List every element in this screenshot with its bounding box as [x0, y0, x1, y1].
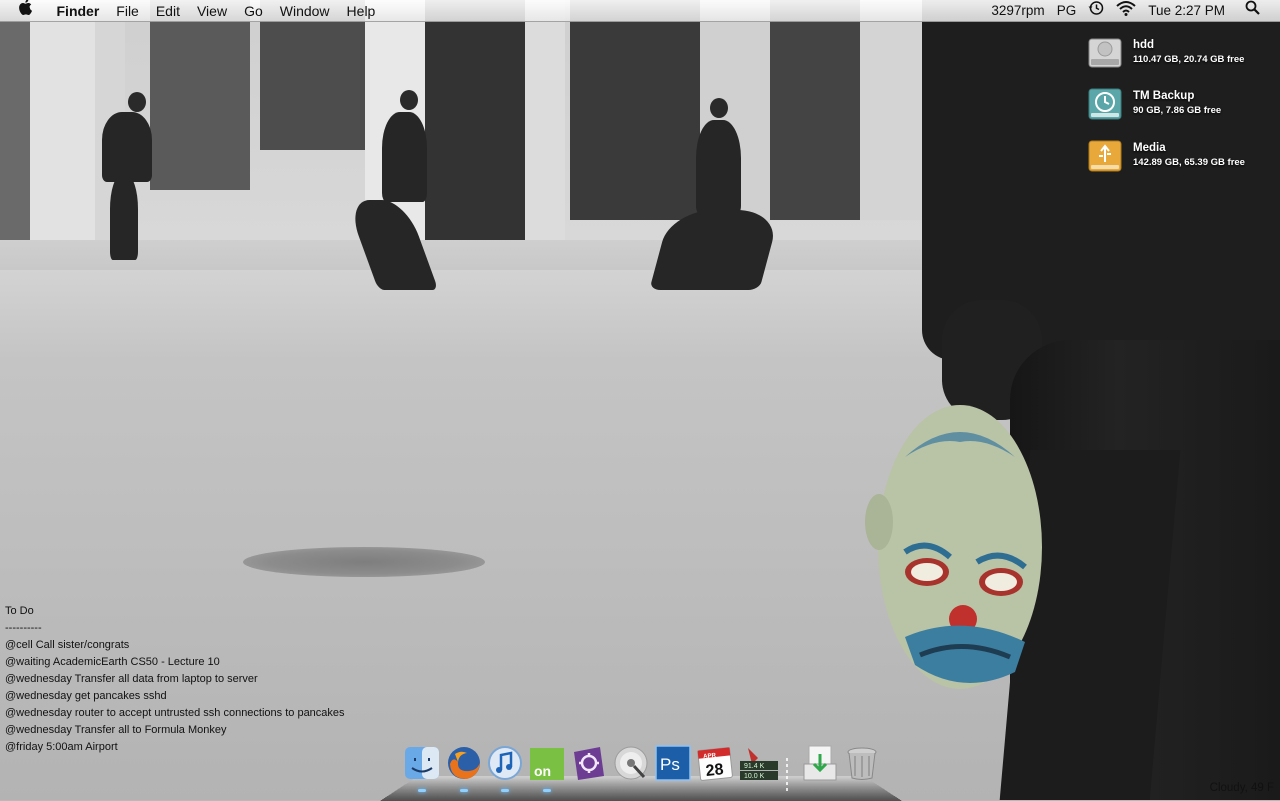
running-indicator	[501, 789, 509, 792]
todo-separator: ----------	[5, 622, 42, 634]
finder-icon	[405, 747, 439, 779]
building-column	[0, 0, 30, 250]
desktop-drive-media[interactable]: Media 142.89 GB, 65.39 GB free	[1087, 138, 1277, 178]
menu-bar: Finder File Edit View Go Window Help 329…	[0, 0, 1280, 22]
pedestrian-legs	[649, 210, 781, 290]
spotlight-icon[interactable]	[1231, 0, 1280, 22]
network-download-rate: 10.0 K	[744, 773, 765, 780]
wifi-icon[interactable]	[1110, 0, 1142, 23]
photoshop-label: Ps	[660, 755, 680, 774]
dock-item-downloads[interactable]	[801, 744, 839, 784]
pedestrian	[102, 112, 152, 182]
building-window	[150, 0, 250, 190]
building-column	[525, 0, 565, 240]
dock-item-script-editor[interactable]	[570, 744, 608, 784]
sidewalk-edge	[0, 240, 930, 270]
dvd-player-icon	[614, 746, 648, 780]
todo-item: @wednesday Transfer all to Formula Monke…	[5, 724, 227, 736]
dock: on Ps APR 28 91.4 K 10.0 K	[400, 744, 886, 798]
fan-speed-status[interactable]: 3297rpm	[985, 0, 1050, 22]
menu-edit[interactable]: Edit	[147, 0, 188, 22]
todo-item: @wednesday get pancakes sshd	[5, 690, 167, 702]
drive-capacity: 142.89 GB, 65.39 GB free	[1133, 157, 1245, 168]
menu-help[interactable]: Help	[338, 0, 384, 22]
building-window	[770, 0, 860, 220]
firefox-icon	[448, 747, 480, 779]
downloads-icon	[803, 745, 837, 781]
todo-title: To Do	[5, 605, 34, 617]
usb-drive-icon	[1088, 140, 1122, 172]
pedestrian-head	[400, 90, 418, 110]
building-column	[860, 0, 930, 220]
building-column	[30, 0, 100, 250]
running-indicator	[543, 789, 551, 792]
itunes-icon	[488, 746, 522, 780]
dock-item-itunes[interactable]	[486, 744, 524, 792]
apple-icon[interactable]	[0, 0, 48, 22]
drive-capacity: 90 GB, 7.86 GB free	[1133, 105, 1222, 116]
running-indicator	[460, 789, 468, 792]
building-window	[260, 0, 370, 150]
dock-item-photoshop[interactable]: Ps	[654, 744, 692, 784]
clown-mask-image	[865, 405, 1042, 689]
todo-item: @friday 5:00am Airport	[5, 741, 118, 753]
building-window	[425, 0, 525, 240]
time-machine-drive-icon	[1088, 88, 1122, 120]
pedestrian	[382, 112, 427, 202]
todo-item: @waiting AcademicEarth CS50 - Lecture 10	[5, 656, 220, 668]
dock-item-network-monitor[interactable]: 91.4 K 10.0 K	[738, 744, 780, 784]
on-app-icon: on	[530, 748, 564, 780]
desktop-drive-hdd[interactable]: hdd 110.47 GB, 20.74 GB free	[1087, 35, 1277, 75]
photoshop-icon: Ps	[655, 745, 691, 781]
hard-drive-icon	[1088, 38, 1122, 68]
menu-window[interactable]: Window	[271, 0, 338, 22]
drive-name: Media	[1133, 142, 1166, 154]
building-window	[570, 0, 700, 220]
weather-widget: Cloudy, 49 F	[1209, 782, 1274, 794]
drive-name: hdd	[1133, 39, 1155, 51]
dock-separator	[786, 758, 788, 794]
desktop-drive-tm-backup[interactable]: TM Backup 90 GB, 7.86 GB free	[1087, 86, 1277, 126]
todo-item: @wednesday router to accept untrusted ss…	[5, 707, 345, 719]
drive-name: TM Backup	[1133, 90, 1195, 102]
dock-item-trash[interactable]	[843, 744, 881, 784]
script-editor-icon	[574, 747, 604, 780]
trash-icon	[847, 747, 877, 780]
todo-item: @wednesday Transfer all data from laptop…	[5, 673, 258, 685]
calendar-icon: APR 28	[697, 747, 733, 781]
todo-item: @cell Call sister/congrats	[5, 639, 130, 651]
pedestrian-legs	[110, 175, 138, 260]
network-monitor-icon: 91.4 K 10.0 K	[740, 748, 778, 780]
menu-extras: 3297rpm PG Tue 2:27 PM	[985, 0, 1280, 22]
app-name-menu[interactable]: Finder	[48, 0, 108, 22]
dock-item-finder[interactable]	[403, 744, 441, 792]
time-machine-icon[interactable]	[1082, 0, 1110, 23]
running-indicator	[418, 789, 426, 792]
dock-item-firefox[interactable]	[445, 744, 483, 792]
dock-item-calendar[interactable]: APR 28	[696, 744, 734, 784]
menubar-clock[interactable]: Tue 2:27 PM	[1142, 0, 1231, 22]
user-menu[interactable]: PG	[1051, 0, 1083, 22]
menu-go[interactable]: Go	[236, 0, 272, 22]
menu-file[interactable]: File	[108, 0, 148, 22]
todo-list-widget: To Do ---------- @cell Call sister/congr…	[5, 603, 345, 756]
network-upload-rate: 91.4 K	[744, 763, 765, 770]
dock-item-dvd-player[interactable]	[612, 744, 650, 784]
drive-capacity: 110.47 GB, 20.74 GB free	[1133, 54, 1245, 65]
pedestrian	[696, 120, 741, 215]
manhole-cover	[243, 547, 485, 577]
menu-view[interactable]: View	[188, 0, 235, 22]
calendar-day: 28	[705, 761, 725, 780]
pedestrian-head	[710, 98, 728, 118]
dock-item-on-app[interactable]: on	[528, 744, 566, 792]
pedestrian-head	[128, 92, 146, 112]
on-app-label: on	[534, 763, 551, 779]
